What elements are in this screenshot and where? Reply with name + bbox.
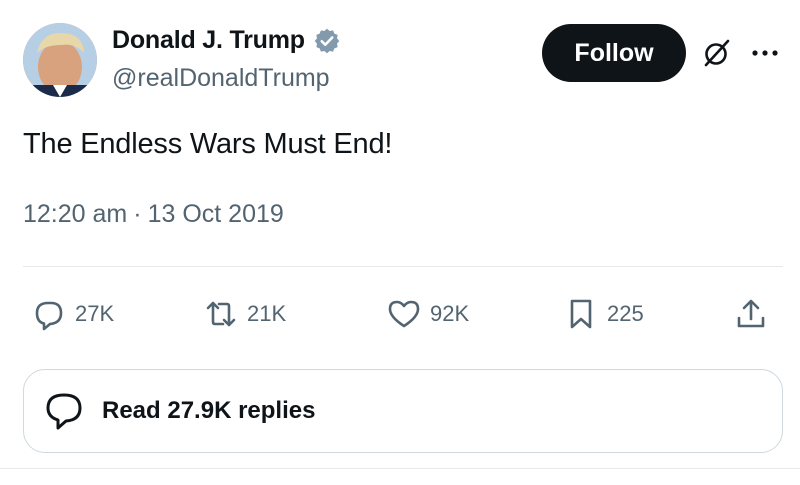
reply-button[interactable]: 27K: [31, 292, 114, 336]
more-icon[interactable]: [748, 38, 782, 68]
action-bar: 27K 21K 92K 225: [23, 292, 783, 336]
retweet-icon: [206, 301, 236, 327]
divider: [0, 468, 800, 469]
reply-icon: [35, 301, 63, 331]
chat-bubble-icon: [46, 393, 82, 430]
bookmark-button[interactable]: 225: [563, 292, 644, 336]
tweet-card: Donald J. Trump @realDonaldTrump Follow …: [0, 0, 800, 485]
reply-count: 27K: [75, 301, 115, 326]
avatar[interactable]: [23, 23, 97, 97]
share-icon: [737, 299, 765, 328]
tweet-date: 13 Oct 2019: [147, 200, 284, 228]
retweet-count: 21K: [247, 301, 287, 326]
bookmark-icon: [570, 299, 592, 329]
like-button[interactable]: 92K: [386, 292, 469, 336]
grok-icon[interactable]: [700, 36, 734, 70]
like-icon: [388, 300, 420, 328]
bookmark-count: 225: [607, 301, 644, 326]
divider: [23, 266, 783, 267]
share-button[interactable]: [733, 292, 769, 336]
verified-badge-icon: [314, 28, 340, 53]
avatar-image: [23, 23, 97, 97]
read-replies-button[interactable]: Read 27.9K replies: [23, 369, 783, 453]
display-name[interactable]: Donald J. Trump: [112, 26, 305, 55]
tweet-time: 12:20 am: [23, 200, 128, 228]
tweet-timestamp[interactable]: 12:20 am · 13 Oct 2019: [23, 200, 284, 229]
author-handle[interactable]: @realDonaldTrump: [112, 64, 330, 93]
read-replies-label: Read 27.9K replies: [102, 397, 316, 424]
retweet-button[interactable]: 21K: [203, 292, 286, 336]
tweet-text: The Endless Wars Must End!: [23, 128, 393, 160]
follow-button[interactable]: Follow: [542, 24, 686, 82]
meta-separator: ·: [133, 200, 142, 228]
like-count: 92K: [430, 301, 470, 326]
author-name-row: Donald J. Trump: [112, 26, 341, 55]
